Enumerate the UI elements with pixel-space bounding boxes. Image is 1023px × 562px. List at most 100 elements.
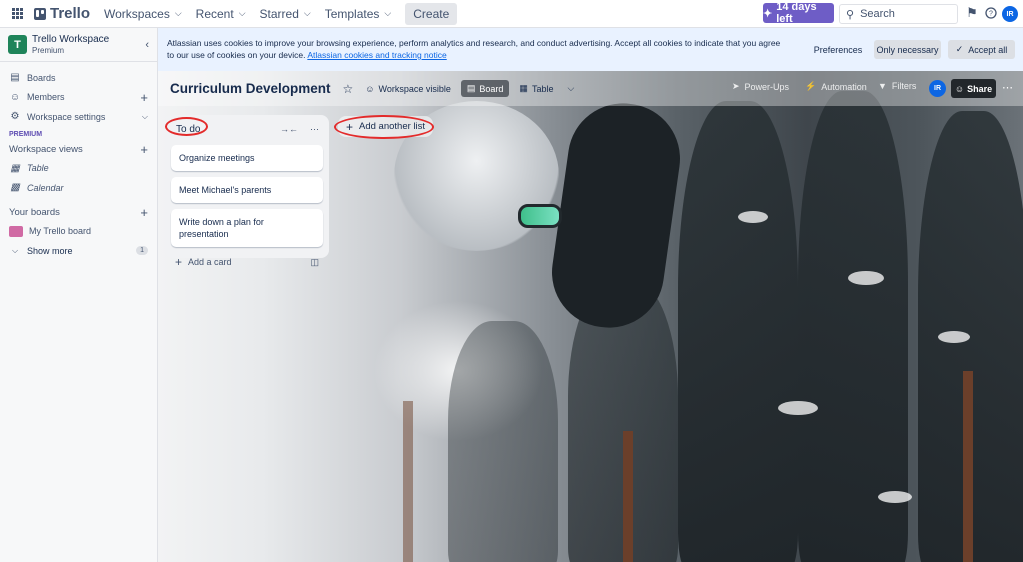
snow-patch (878, 491, 912, 503)
people-icon: ☺ (365, 83, 375, 94)
add-view-icon[interactable]: + (140, 142, 148, 157)
app-switcher-icon[interactable] (8, 5, 26, 23)
accept-all-button[interactable]: ✓ Accept all (948, 40, 1015, 59)
sidebar-board-my-trello-board[interactable]: My Trello board (0, 222, 157, 242)
create-button[interactable]: Create (405, 2, 458, 25)
chevron-down-icon: ⌵ (384, 8, 392, 18)
sidebar-item-calendar[interactable]: ▩ Calendar (0, 178, 157, 198)
workspace-name: Trello Workspace (32, 34, 110, 45)
member-icon: ☺ (9, 91, 21, 103)
sidebar-item-table[interactable]: ▦ Table (0, 159, 157, 179)
premium-tag: PREMIUM (9, 130, 43, 138)
sidebar-item-workspace-settings[interactable]: ⚙ Workspace settings ⌵ (0, 107, 157, 127)
logo-text: Trello (50, 5, 91, 22)
sidebar-item-label: My Trello board (29, 226, 92, 237)
chevron-down-icon: ⌵ (174, 8, 182, 18)
add-board-icon[interactable]: + (140, 205, 148, 220)
automation-button[interactable]: ⚡ Automation (805, 81, 867, 92)
filters-button[interactable]: ▼ Filters (878, 81, 916, 91)
section-title: Workspace views (9, 143, 83, 155)
trello-logo-icon (34, 7, 46, 20)
snow-patch (738, 211, 768, 223)
list-menu-icon[interactable]: ⋯ (310, 124, 319, 135)
cookie-message: Atlassian uses cookies to improve your b… (167, 37, 787, 61)
visibility-button[interactable]: ☺ Workspace visible (365, 84, 451, 94)
sidebar-item-boards[interactable]: ▤ Boards (0, 68, 157, 88)
more-options-icon[interactable]: ⋯ (1002, 81, 1013, 94)
add-person-icon: ☺ (954, 83, 965, 94)
list-actions: →← ⋯ (280, 124, 323, 135)
cookie-text: Atlassian uses cookies to improve your b… (167, 38, 781, 60)
board-canvas: Curriculum Development ☆ ☺ Workspace vis… (158, 71, 1023, 562)
background-tree (678, 101, 798, 562)
recent-menu[interactable]: Recent ⌵ (196, 7, 246, 21)
table-icon: ▦ (10, 162, 20, 174)
star-icon[interactable]: ☆ (343, 82, 354, 96)
starred-menu[interactable]: Starred ⌵ (260, 7, 311, 21)
gear-icon: ⚙ (10, 111, 20, 123)
card-write-down-plan[interactable]: Write down a plan for presentation (171, 209, 323, 247)
help-icon[interactable]: ? (984, 6, 998, 20)
calendar-icon: ▩ (10, 182, 20, 194)
add-card-button[interactable]: + Add a card ◫ (171, 255, 323, 269)
view-table-tab[interactable]: ▦ Table (519, 83, 553, 94)
chevron-down-icon[interactable]: ⌵ (567, 83, 574, 94)
snow-patch (938, 331, 970, 343)
table-icon: ▦ (519, 83, 528, 93)
plus-icon: + (175, 255, 183, 269)
preferences-button[interactable]: Preferences (808, 40, 868, 59)
board-tab-label: Board (479, 83, 504, 94)
board-view-icon: ▤ (466, 83, 476, 93)
user-avatar[interactable]: IR (1002, 6, 1018, 22)
sidebar-item-label: Calendar (27, 182, 64, 193)
show-more-count: 1 (136, 246, 148, 256)
workspace-header[interactable]: T Trello Workspace Premium ‹ (0, 28, 157, 62)
snow-patch (848, 271, 884, 285)
snow-patch (778, 401, 818, 415)
table-tab-label: Table (531, 83, 554, 94)
collapse-sidebar-icon[interactable]: ‹ (145, 39, 149, 51)
chevron-down-icon: ⌵ (11, 245, 19, 255)
workspace-avatar: T (8, 35, 27, 54)
view-board-tab[interactable]: ▤ Board (460, 80, 510, 97)
sparkle-icon: ✦ (763, 7, 773, 20)
card-template-icon[interactable]: ◫ (310, 257, 319, 268)
add-card-label: Add a card (188, 257, 232, 267)
card-meet-michaels-parents[interactable]: Meet Michael's parents (171, 177, 323, 203)
cookie-notice-link[interactable]: Atlassian cookies and tracking notice (307, 50, 446, 60)
workspaces-menu[interactable]: Workspaces ⌵ (104, 7, 182, 21)
card-organize-meetings[interactable]: Organize meetings (171, 145, 323, 171)
share-button[interactable]: ☺ Share (951, 79, 996, 98)
power-ups-button[interactable]: ➤ Power-Ups (732, 81, 789, 92)
show-more-label: Show more (27, 245, 73, 256)
templates-menu[interactable]: Templates ⌵ (325, 7, 392, 21)
search-placeholder: Search (860, 8, 895, 20)
sidebar-item-label: Table (27, 163, 49, 174)
section-title: Your boards (9, 206, 60, 218)
sidebar-item-members[interactable]: ☺ Members + (0, 88, 157, 108)
goggles-image (518, 204, 562, 228)
chevron-down-icon: ⌵ (303, 8, 311, 18)
visibility-label: Workspace visible (378, 83, 451, 94)
filters-label: Filters (891, 81, 917, 91)
accept-all-label: Accept all (968, 44, 1008, 55)
your-boards-heading: Your boards + (0, 203, 157, 222)
search-input[interactable]: ⚲ Search (839, 4, 958, 24)
templates-label: Templates (324, 6, 380, 21)
rocket-icon: ➤ (732, 81, 740, 91)
show-more-button[interactable]: ⌵ Show more 1 (0, 241, 157, 261)
workspaces-label: Workspaces (104, 6, 170, 21)
trello-logo[interactable]: Trello (34, 5, 90, 22)
notifications-bell-icon[interactable]: ⚑ (965, 5, 979, 20)
board-title[interactable]: Curriculum Development (170, 81, 331, 96)
trial-button[interactable]: ✦ 14 days left (763, 1, 834, 25)
only-necessary-button[interactable]: Only necessary (874, 40, 941, 59)
board-member-avatar[interactable]: IR (929, 80, 946, 97)
annotation-oval-list-title (165, 117, 208, 136)
share-label: Share (967, 83, 993, 94)
add-member-icon[interactable]: + (140, 90, 148, 105)
snowboard-image (544, 96, 688, 335)
collapse-list-icon[interactable]: →← (280, 124, 298, 134)
tree-trunk (623, 431, 633, 562)
annotation-oval-add-list (334, 115, 434, 139)
